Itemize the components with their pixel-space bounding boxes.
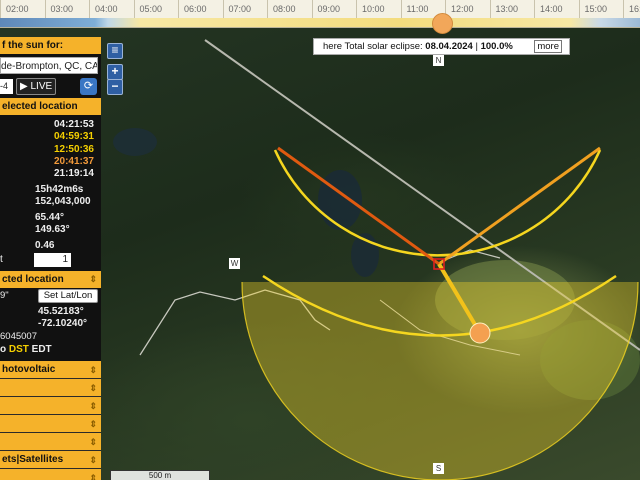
eclipse-separator: |	[472, 41, 481, 52]
daylight-bar[interactable]	[0, 18, 640, 27]
eclipse-text: here Total solar eclipse:	[323, 41, 426, 52]
longitude-value: -72.10240°	[38, 318, 88, 330]
sunrise-time: 04:59:31	[53, 131, 94, 143]
accordion-item[interactable]: ⇕	[0, 415, 101, 434]
set-latlon-button[interactable]: Set Lat/Lon	[38, 289, 98, 304]
time-slider-handle[interactable]	[432, 13, 453, 34]
expand-chevron-icon: ⇕	[89, 437, 97, 448]
accordion-item[interactable]: ⇕	[0, 469, 101, 480]
menu-icon[interactable]: ≡	[107, 43, 123, 59]
hour-label: 02:00	[0, 0, 45, 18]
noon-time: 12:50:36	[53, 143, 94, 155]
scale-bar: 500 m	[110, 470, 210, 480]
compass-south: S	[433, 463, 444, 474]
live-label: LIVE	[30, 81, 53, 92]
hour-label: 04:00	[89, 0, 134, 18]
collapse-chevron-icon[interactable]: ⇕	[89, 271, 97, 288]
coordinate-prefix: 9"	[0, 290, 9, 302]
timeline[interactable]: 02:00 03:00 04:00 05:00 06:00 07:00 08:00 09:00…	[0, 0, 640, 34]
sun-altitude: 65.44°	[35, 212, 65, 224]
shadow-ratio: 0.46	[35, 240, 55, 252]
hour-label: 08:00	[267, 0, 312, 18]
selected-location-title-2: cted location	[2, 274, 64, 286]
hour-label: 06:00	[178, 0, 223, 18]
eclipse-info-bar: here Total solar eclipse: 08.04.2024 | 1…	[313, 38, 570, 55]
sun-azimuth: 149.63°	[35, 224, 70, 236]
eclipse-date: 08.04.2024	[425, 41, 473, 52]
object-height-label: t	[0, 254, 3, 266]
object-height-input[interactable]: 1	[34, 253, 71, 268]
panel-title: f the sun for:	[0, 37, 101, 54]
location-number: 6045007	[0, 331, 37, 343]
more-button[interactable]: more	[534, 40, 562, 53]
hour-label: 09:00	[311, 0, 357, 18]
side-panel: f the sun for: de-Brompton, QC, CAN -4 ▶…	[0, 37, 101, 480]
day-length: 15h42m6s	[35, 184, 84, 196]
expand-chevron-icon: ⇕	[89, 419, 97, 430]
eclipse-percentage: 100.0%	[480, 41, 513, 52]
accordion-label: ets|Satellites	[2, 454, 64, 466]
lake	[113, 128, 157, 156]
dst-line: o DST EDT	[0, 343, 101, 357]
expand-chevron-icon: ⇕	[89, 473, 97, 480]
sun-times: 04:21:53 04:59:31 12:50:36 20:41:37 21:1…	[0, 115, 101, 180]
accordion-item[interactable]: ⇕	[0, 433, 101, 452]
sun-path-area	[242, 282, 638, 480]
selected-location-header[interactable]: elected location	[0, 98, 101, 115]
sunset-time: 20:41:37	[53, 155, 94, 167]
accordion-label: hotovoltaic	[2, 364, 56, 376]
hour-label: 15:00	[578, 0, 624, 18]
dst-label: DST	[8, 344, 29, 356]
zoom-in-button[interactable]: +	[107, 64, 123, 80]
hour-label: 05:00	[133, 0, 179, 18]
dawn-time: 04:21:53	[53, 119, 94, 130]
expand-chevron-icon: ⇕	[89, 383, 97, 394]
lake	[318, 170, 362, 230]
location-input[interactable]: de-Brompton, QC, CAN	[0, 57, 98, 74]
compass-north: N	[433, 55, 444, 66]
accordion-item[interactable]: ⇕	[0, 397, 101, 416]
hour-label: 13:00	[489, 0, 535, 18]
accordion: hotovoltaic ⇕ ⇕ ⇕ ⇕ ⇕ ets|Satellites ⇕ ⇕	[0, 361, 101, 480]
hour-label: 10:00	[356, 0, 401, 18]
expand-chevron-icon: ⇕	[89, 455, 97, 466]
zoom-out-button[interactable]: −	[107, 79, 123, 95]
latitude-value: 45.52183°	[38, 306, 84, 318]
dst-prefix: o	[0, 344, 9, 356]
expand-chevron-icon: ⇕	[89, 401, 97, 412]
compass-west: W	[229, 258, 240, 269]
hour-label: 03:00	[44, 0, 90, 18]
hour-label: 14:00	[534, 0, 579, 18]
sunrise-line	[438, 146, 601, 266]
accordion-photovoltaic[interactable]: hotovoltaic ⇕	[0, 361, 101, 380]
accordion-satellites[interactable]: ets|Satellites ⇕	[0, 451, 101, 470]
live-button[interactable]: ▶ LIVE	[16, 78, 56, 95]
sun-position-marker[interactable]	[469, 322, 491, 344]
dusk-time: 21:19:14	[53, 168, 94, 180]
accordion-item[interactable]: ⇕	[0, 379, 101, 398]
selected-location-header-2[interactable]: cted location ⇕	[0, 271, 101, 289]
hour-label: 07:00	[222, 0, 268, 18]
timezone-select[interactable]: -4	[0, 79, 13, 94]
play-icon: ▶	[20, 81, 28, 92]
sun-distance: 152,043,000	[35, 196, 91, 208]
hour-label: 16:	[623, 0, 640, 18]
selected-location-title: elected location	[2, 101, 78, 112]
hour-label: 12:00	[445, 0, 490, 18]
dst-suffix: EDT	[28, 344, 52, 356]
expand-chevron-icon: ⇕	[89, 365, 97, 376]
refresh-icon[interactable]: ⟳	[80, 78, 97, 95]
